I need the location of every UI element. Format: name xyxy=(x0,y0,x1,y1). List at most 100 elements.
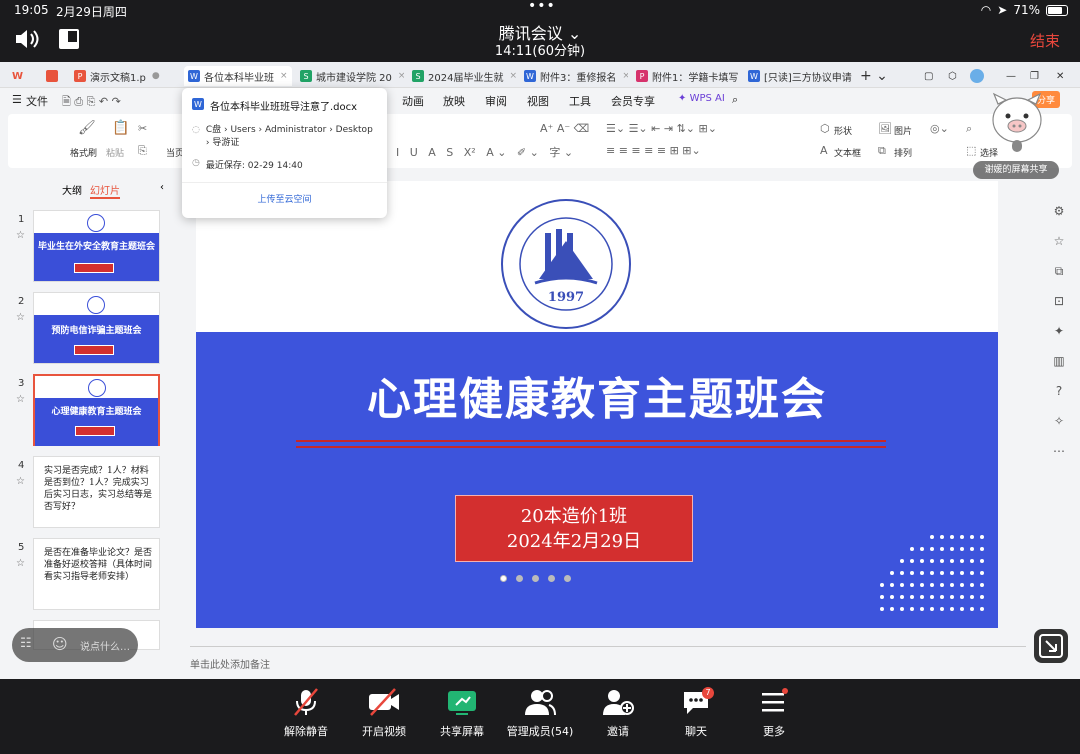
close-icon[interactable]: × xyxy=(509,71,516,81)
share-screen-button[interactable]: 共享屏幕 xyxy=(422,687,502,739)
tab-doc-3[interactable]: S 城市建设学院 20 × xyxy=(296,66,404,86)
avatar[interactable] xyxy=(966,66,988,86)
divider-line xyxy=(296,446,886,448)
fullscreen-exit-icon[interactable] xyxy=(1034,629,1068,663)
star-icon[interactable]: ☆ xyxy=(16,230,25,241)
menu-view[interactable]: 视图 xyxy=(527,93,549,109)
start-video-button[interactable]: 开启视频 xyxy=(344,687,424,739)
shape-label[interactable]: 形状 xyxy=(834,124,852,137)
star-icon[interactable]: ☆ xyxy=(16,558,25,569)
tab-doc-2[interactable]: W 各位本科毕业班 × xyxy=(184,66,292,86)
close-icon[interactable]: × xyxy=(622,71,628,81)
paste-label[interactable]: 粘贴 xyxy=(106,146,124,159)
font-size-icons[interactable]: A⁺ A⁻ ⌫ xyxy=(540,122,589,135)
tab-doc-7[interactable]: W[只读]三方协议申请× xyxy=(744,66,854,86)
chat-icon[interactable]: ☷ xyxy=(20,636,32,651)
list-icons[interactable]: ☰⌄ ☰⌄ ⇤ ⇥ ⇅⌄ ⊞⌄ xyxy=(606,122,717,135)
logo-icon xyxy=(87,214,105,232)
help-icon[interactable]: ? xyxy=(1052,384,1066,398)
unmute-button[interactable]: 解除静音 xyxy=(266,687,346,739)
paste-icon[interactable]: 📋 xyxy=(112,120,129,136)
slide-number: 1 xyxy=(18,214,25,225)
tab-home-icon[interactable] xyxy=(42,66,62,86)
cube-icon[interactable]: ⬡ xyxy=(944,66,961,86)
wps-logo-icon[interactable]: W xyxy=(8,66,27,86)
chat-button[interactable]: 7 聊天 xyxy=(656,687,736,739)
search-icon[interactable]: ⌕ xyxy=(732,93,738,107)
copy-icon[interactable]: ⎘ xyxy=(138,144,147,158)
share-screen-icon xyxy=(448,691,476,715)
format-painter-label[interactable]: 格式刷 xyxy=(70,146,97,159)
tab-slides[interactable]: 幻灯片 xyxy=(90,182,120,199)
shape-icon[interactable]: ⬡ xyxy=(820,122,830,135)
arrange-icon[interactable]: ⧉ xyxy=(878,144,886,158)
star-icon[interactable]: ☆ xyxy=(1052,234,1066,248)
select-icon[interactable]: ⬚ xyxy=(966,144,976,157)
menu-animation[interactable]: 动画 xyxy=(402,93,424,109)
star-icon[interactable]: ☆ xyxy=(16,312,25,323)
slide-canvas[interactable]: 1997 心理健康教育主题班会 20本造价1班 2024年2月29日 xyxy=(196,181,998,628)
star-icon[interactable]: ☆ xyxy=(16,394,25,405)
class-info-box: 20本造价1班 2024年2月29日 xyxy=(455,495,693,562)
maximize-icon[interactable]: ❐ xyxy=(1026,66,1043,86)
tab-doc-1[interactable]: P 演示文稿1.p ● xyxy=(70,66,180,86)
camera-off-icon xyxy=(369,688,399,716)
magic-icon[interactable]: ✦ xyxy=(1052,324,1066,338)
menu-slideshow[interactable]: 放映 xyxy=(443,93,465,109)
picture-icon[interactable]: 🖼 xyxy=(878,122,892,135)
arrange-label[interactable]: 排列 xyxy=(894,146,912,159)
invite-button[interactable]: 邀请 xyxy=(578,687,658,739)
close-icon[interactable]: × xyxy=(280,71,288,81)
more-icons[interactable]: ◎⌄ xyxy=(930,122,949,135)
copy-icon[interactable]: ⧉ xyxy=(1052,264,1066,278)
slide-thumbnail-2[interactable]: 预防电信诈骗主题班会 xyxy=(33,292,160,364)
tab-outline[interactable]: 大纲 xyxy=(62,182,82,197)
image-check-icon[interactable]: ⊡ xyxy=(1052,294,1066,308)
format-painter-icon[interactable]: 🖌 xyxy=(78,120,96,136)
tab-doc-5[interactable]: W 附件3：重修报名 × xyxy=(520,66,628,86)
menu-member[interactable]: 会员专享 xyxy=(611,93,655,109)
more-button[interactable]: 更多 xyxy=(734,687,814,739)
chat-input-bubble[interactable]: ☷ ☺ 说点什么… xyxy=(12,628,138,662)
emoji-icon[interactable]: ☺ xyxy=(52,635,68,653)
star-icon[interactable]: ☆ xyxy=(16,476,25,487)
close-window-icon[interactable]: ✕ xyxy=(1052,66,1068,86)
picture-label[interactable]: 图片 xyxy=(894,124,912,137)
close-icon[interactable]: × xyxy=(398,71,404,81)
collapse-panel-icon[interactable]: ‹ xyxy=(160,182,164,193)
close-icon[interactable]: ● xyxy=(152,71,160,81)
clock: 19:05 xyxy=(14,3,49,17)
slide-thumbnail-3[interactable]: 心理健康教育主题班会 xyxy=(33,374,160,446)
slide-page-indicator[interactable] xyxy=(500,575,571,582)
menu-file[interactable]: 文件 xyxy=(26,93,48,109)
slide-thumbnail-4[interactable]: 实习是否完成？1人？材料是否到位？1人？完成实习后实习日志，实习总结等是否写好？ xyxy=(33,456,160,528)
slide-thumbnail-1[interactable]: 毕业生在外安全教育主题班会 xyxy=(33,210,160,282)
menu-review[interactable]: 审阅 xyxy=(485,93,507,109)
minimize-icon[interactable]: — xyxy=(1002,66,1020,86)
upload-cloud-button[interactable]: 上传至云空间 xyxy=(182,192,387,205)
align-icons[interactable]: ≡ ≡ ≡ ≡ ≡ ⊞ ⊞⌄ xyxy=(606,144,701,157)
hamburger-icon[interactable]: ☰ xyxy=(12,93,22,106)
notes-placeholder[interactable]: 单击此处添加备注 xyxy=(190,656,270,671)
popup-file-row: W 各位本科毕业班班导注意了.docx xyxy=(192,98,357,113)
end-meeting-button[interactable]: 结束 xyxy=(1030,30,1060,51)
tab-doc-4[interactable]: S 2024届毕业生就 × xyxy=(408,66,516,86)
tab-doc-6[interactable]: P附件1：学籍卡填写× xyxy=(632,66,742,86)
menu-tools[interactable]: 工具 xyxy=(569,93,591,109)
book-icon[interactable]: ▥ xyxy=(1052,354,1066,368)
settings-sliders-icon[interactable]: ⚙ xyxy=(1052,204,1066,218)
more-icon[interactable]: ⋯ xyxy=(1052,444,1066,458)
menu-wps-ai[interactable]: ✦ WPS AI xyxy=(678,93,725,104)
quick-access-icons[interactable]: 🗎 ⎙ ⎘ ↶ ↷ xyxy=(62,93,121,112)
textbox-icon[interactable]: A xyxy=(820,144,828,157)
more-dots-icon[interactable]: ••• xyxy=(528,0,556,14)
window-tile-icon[interactable]: ▢ xyxy=(920,66,937,86)
slide-thumbnail-5[interactable]: 是否在准备毕业论文？是否准备好返校答辩（具体时间看实习指导老师安排） xyxy=(33,538,160,610)
puzzle-icon[interactable]: ✧ xyxy=(1052,414,1066,428)
font-style-icons[interactable]: I U A S X² A ⌄ ✐ ⌄ 字 ⌄ xyxy=(396,144,573,160)
manage-members-button[interactable]: 管理成员(54) xyxy=(500,687,580,739)
textbox-label[interactable]: 文本框 xyxy=(834,146,861,159)
new-tab-button[interactable]: + ⌄ xyxy=(856,66,892,86)
cut-icon[interactable]: ✂ xyxy=(138,122,147,135)
find-icon[interactable]: ⌕ xyxy=(966,122,972,136)
